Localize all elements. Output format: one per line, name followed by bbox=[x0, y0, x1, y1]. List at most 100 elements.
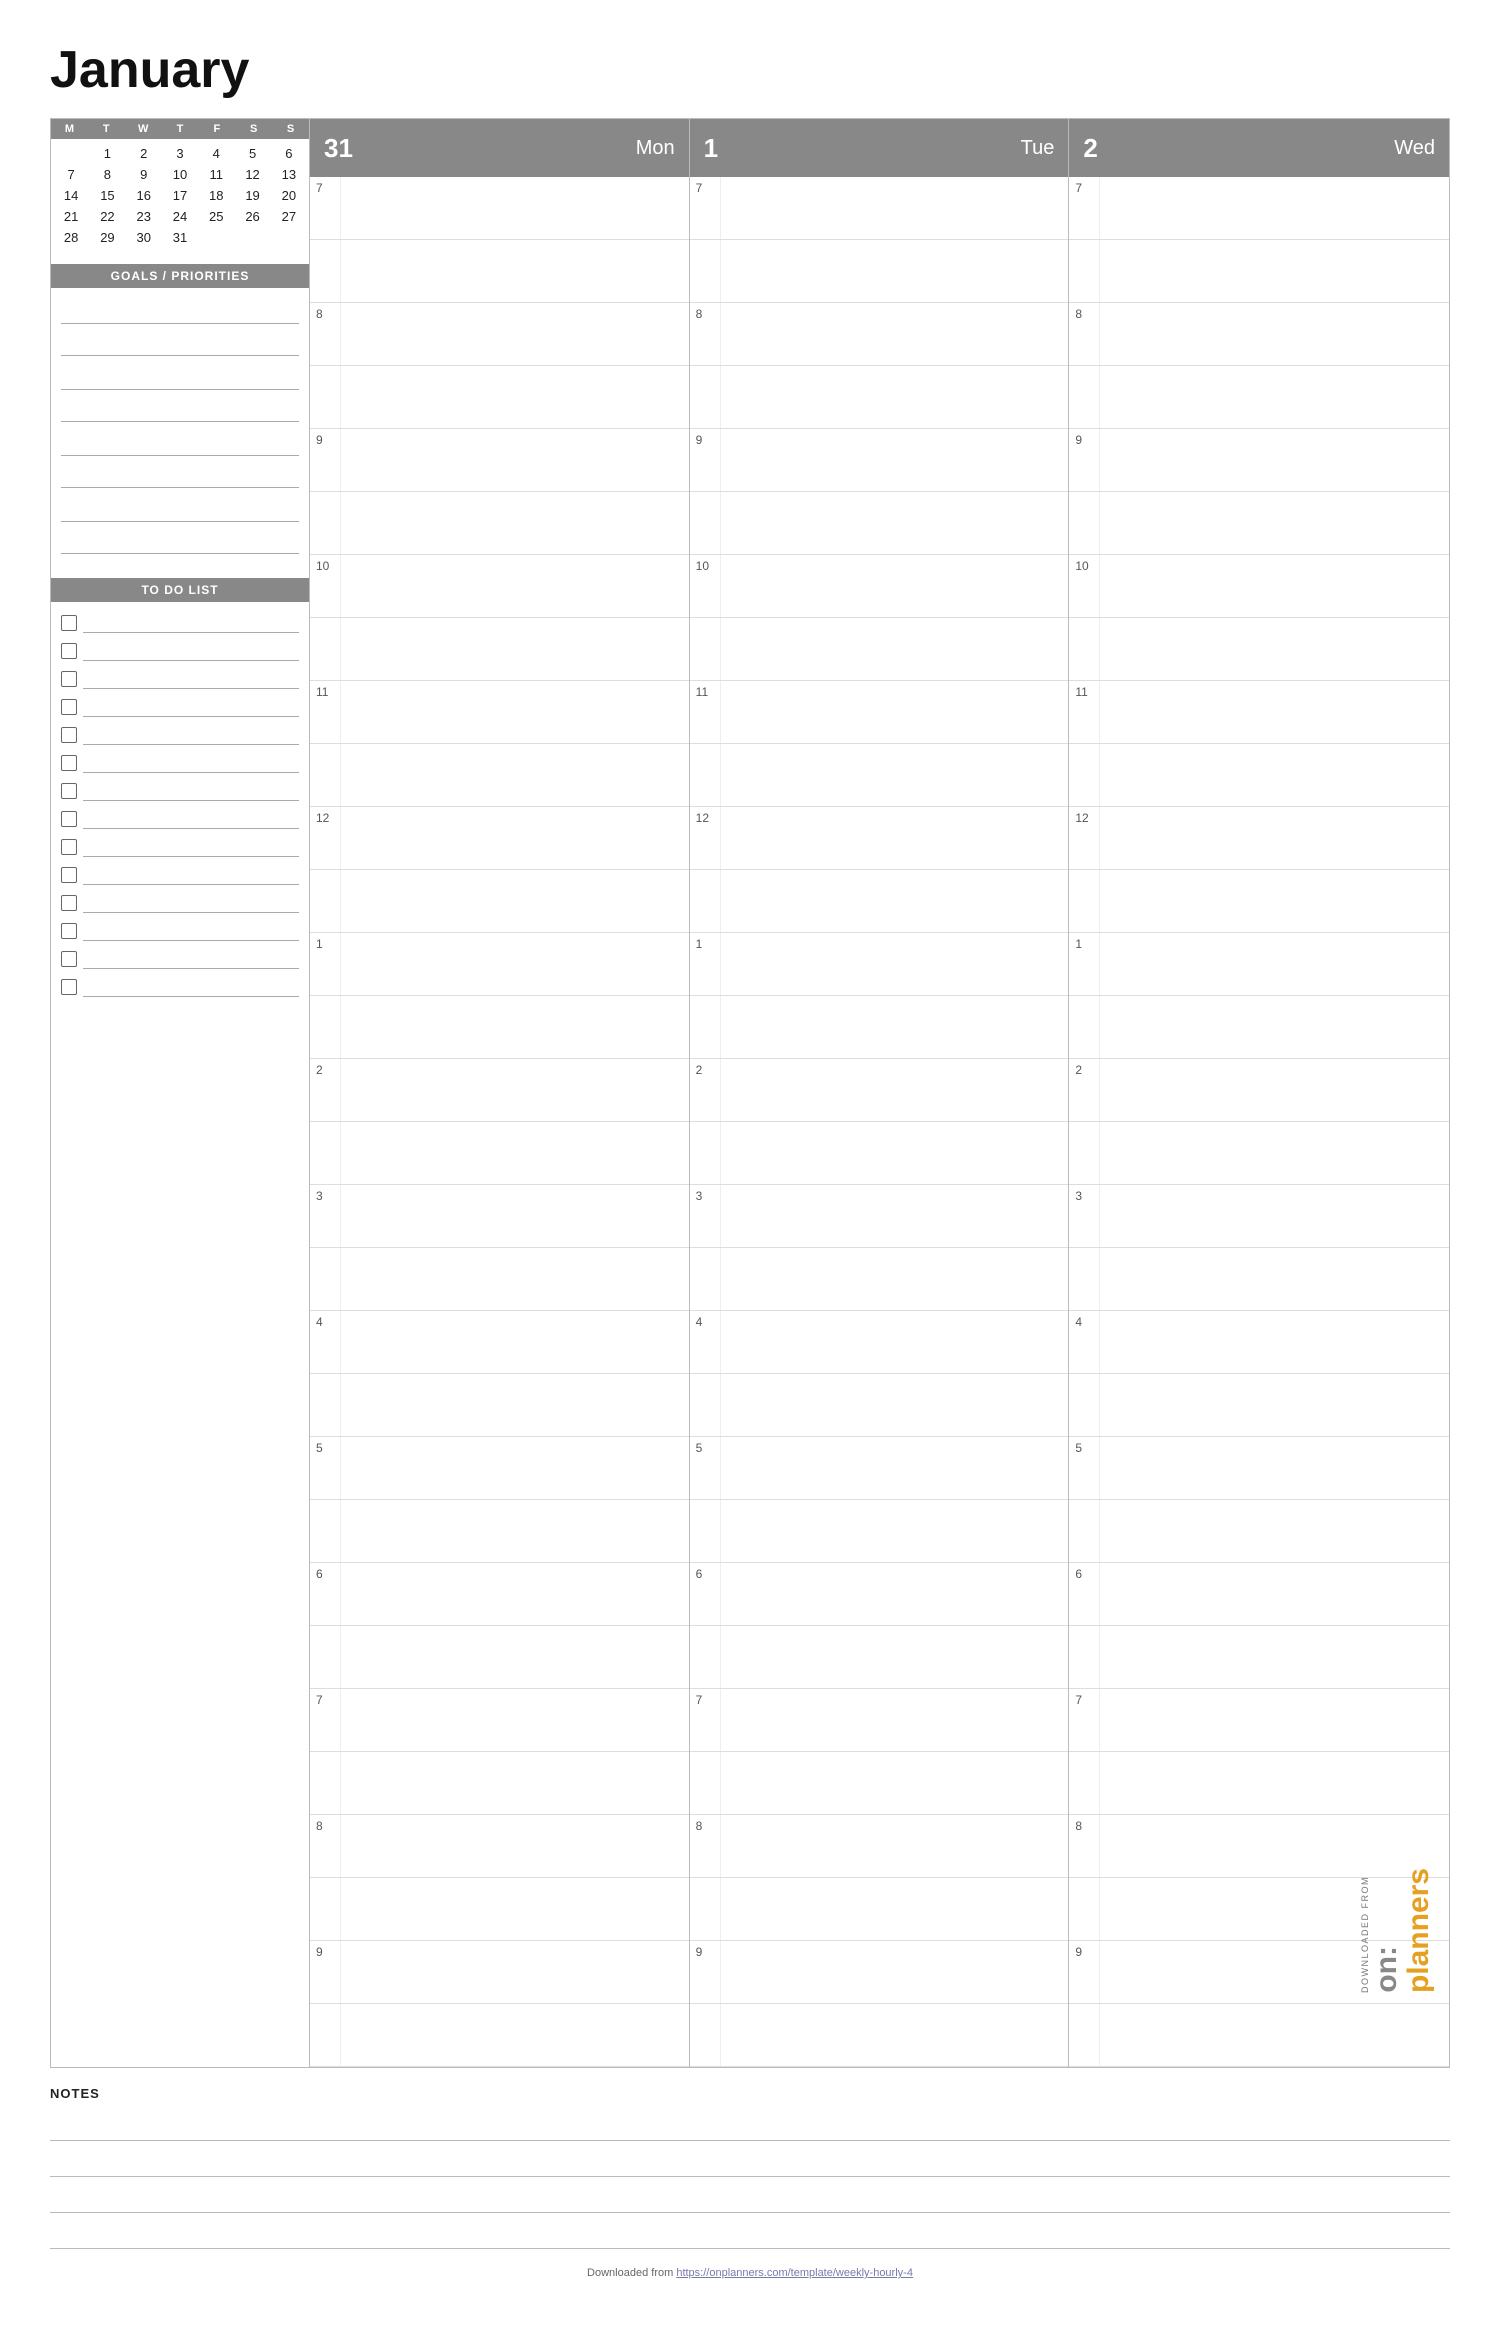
time-row[interactable]: 10 bbox=[310, 555, 689, 618]
todo-item[interactable] bbox=[61, 918, 299, 944]
time-row[interactable] bbox=[1069, 1626, 1449, 1689]
time-row[interactable]: 2 bbox=[310, 1059, 689, 1122]
time-row[interactable] bbox=[310, 618, 689, 681]
time-row[interactable] bbox=[310, 1752, 689, 1815]
time-row[interactable] bbox=[690, 1878, 1069, 1941]
time-row[interactable]: 7 bbox=[1069, 177, 1449, 240]
time-row[interactable] bbox=[1069, 996, 1449, 1059]
todo-item[interactable] bbox=[61, 722, 299, 748]
todo-checkbox[interactable] bbox=[61, 951, 77, 967]
time-row[interactable] bbox=[1069, 1752, 1449, 1815]
todo-item[interactable] bbox=[61, 806, 299, 832]
time-row[interactable] bbox=[1069, 2004, 1449, 2067]
time-row[interactable]: 1 bbox=[690, 933, 1069, 996]
time-row[interactable]: 8 bbox=[690, 1815, 1069, 1878]
time-row[interactable]: 4 bbox=[1069, 1311, 1449, 1374]
time-row[interactable]: 9 bbox=[310, 429, 689, 492]
todo-checkbox[interactable] bbox=[61, 979, 77, 995]
time-row[interactable]: 3 bbox=[690, 1185, 1069, 1248]
todo-checkbox[interactable] bbox=[61, 727, 77, 743]
time-row[interactable]: 12 bbox=[690, 807, 1069, 870]
time-row[interactable]: 10 bbox=[690, 555, 1069, 618]
todo-item[interactable] bbox=[61, 890, 299, 916]
footer-link[interactable]: https://onplanners.com/template/weekly-h… bbox=[676, 2267, 913, 2279]
goal-line[interactable] bbox=[61, 328, 299, 356]
time-row[interactable]: 11 bbox=[310, 681, 689, 744]
todo-item[interactable] bbox=[61, 638, 299, 664]
time-row[interactable] bbox=[690, 744, 1069, 807]
todo-checkbox[interactable] bbox=[61, 783, 77, 799]
time-row[interactable] bbox=[310, 1500, 689, 1563]
time-row[interactable] bbox=[690, 870, 1069, 933]
notes-line-4[interactable] bbox=[50, 2213, 1450, 2249]
todo-item[interactable] bbox=[61, 750, 299, 776]
todo-item[interactable] bbox=[61, 946, 299, 972]
time-row[interactable] bbox=[690, 1374, 1069, 1437]
time-row[interactable]: 9 bbox=[310, 1941, 689, 2004]
time-row[interactable]: 7 bbox=[310, 177, 689, 240]
todo-item[interactable] bbox=[61, 666, 299, 692]
time-row[interactable]: 11 bbox=[1069, 681, 1449, 744]
time-row[interactable]: 1 bbox=[1069, 933, 1449, 996]
time-row[interactable] bbox=[310, 366, 689, 429]
time-row[interactable]: 9 DOWNLOADED FROM on: planners bbox=[1069, 1941, 1449, 2004]
todo-item[interactable] bbox=[61, 778, 299, 804]
time-row[interactable] bbox=[310, 870, 689, 933]
time-row[interactable]: 9 bbox=[690, 1941, 1069, 2004]
time-row[interactable]: 6 bbox=[690, 1563, 1069, 1626]
time-row[interactable] bbox=[690, 996, 1069, 1059]
goal-line[interactable] bbox=[61, 296, 299, 324]
goal-line[interactable] bbox=[61, 428, 299, 456]
time-row[interactable] bbox=[1069, 870, 1449, 933]
goal-line[interactable] bbox=[61, 526, 299, 554]
todo-checkbox[interactable] bbox=[61, 895, 77, 911]
time-row[interactable] bbox=[690, 1752, 1069, 1815]
time-row[interactable] bbox=[310, 744, 689, 807]
time-row[interactable]: 9 bbox=[690, 429, 1069, 492]
time-row[interactable]: 8 bbox=[310, 1815, 689, 1878]
time-row[interactable] bbox=[690, 1500, 1069, 1563]
time-row[interactable] bbox=[1069, 492, 1449, 555]
time-row[interactable] bbox=[310, 1248, 689, 1311]
todo-checkbox[interactable] bbox=[61, 839, 77, 855]
time-row[interactable]: 7 bbox=[310, 1689, 689, 1752]
todo-item[interactable] bbox=[61, 610, 299, 636]
time-row[interactable] bbox=[310, 1626, 689, 1689]
notes-line-2[interactable] bbox=[50, 2141, 1450, 2177]
time-row[interactable] bbox=[1069, 1374, 1449, 1437]
time-row[interactable] bbox=[690, 1122, 1069, 1185]
time-row[interactable] bbox=[690, 2004, 1069, 2067]
time-row[interactable]: 4 bbox=[690, 1311, 1069, 1374]
notes-line-1[interactable] bbox=[50, 2105, 1450, 2141]
goal-line[interactable] bbox=[61, 362, 299, 390]
time-row[interactable] bbox=[690, 1248, 1069, 1311]
todo-checkbox[interactable] bbox=[61, 643, 77, 659]
time-row[interactable]: 7 bbox=[690, 1689, 1069, 1752]
time-row[interactable]: 1 bbox=[310, 933, 689, 996]
time-row[interactable] bbox=[1069, 618, 1449, 681]
time-row[interactable] bbox=[310, 1878, 689, 1941]
time-row[interactable]: 5 bbox=[1069, 1437, 1449, 1500]
time-row[interactable] bbox=[690, 618, 1069, 681]
todo-checkbox[interactable] bbox=[61, 811, 77, 827]
time-row[interactable] bbox=[1069, 1122, 1449, 1185]
time-row[interactable]: 6 bbox=[310, 1563, 689, 1626]
todo-checkbox[interactable] bbox=[61, 923, 77, 939]
todo-item[interactable] bbox=[61, 694, 299, 720]
todo-item[interactable] bbox=[61, 974, 299, 1000]
time-row[interactable] bbox=[690, 492, 1069, 555]
time-row[interactable]: 8 bbox=[1069, 303, 1449, 366]
time-row[interactable] bbox=[690, 366, 1069, 429]
time-row[interactable] bbox=[310, 2004, 689, 2067]
todo-checkbox[interactable] bbox=[61, 615, 77, 631]
time-row[interactable]: 4 bbox=[310, 1311, 689, 1374]
time-row[interactable] bbox=[1069, 1500, 1449, 1563]
time-row[interactable]: 12 bbox=[310, 807, 689, 870]
todo-checkbox[interactable] bbox=[61, 699, 77, 715]
time-row[interactable]: 5 bbox=[310, 1437, 689, 1500]
time-row[interactable]: 8 bbox=[310, 303, 689, 366]
goal-line[interactable] bbox=[61, 494, 299, 522]
time-row[interactable]: 9 bbox=[1069, 429, 1449, 492]
time-row[interactable]: 11 bbox=[690, 681, 1069, 744]
time-row[interactable] bbox=[690, 240, 1069, 303]
